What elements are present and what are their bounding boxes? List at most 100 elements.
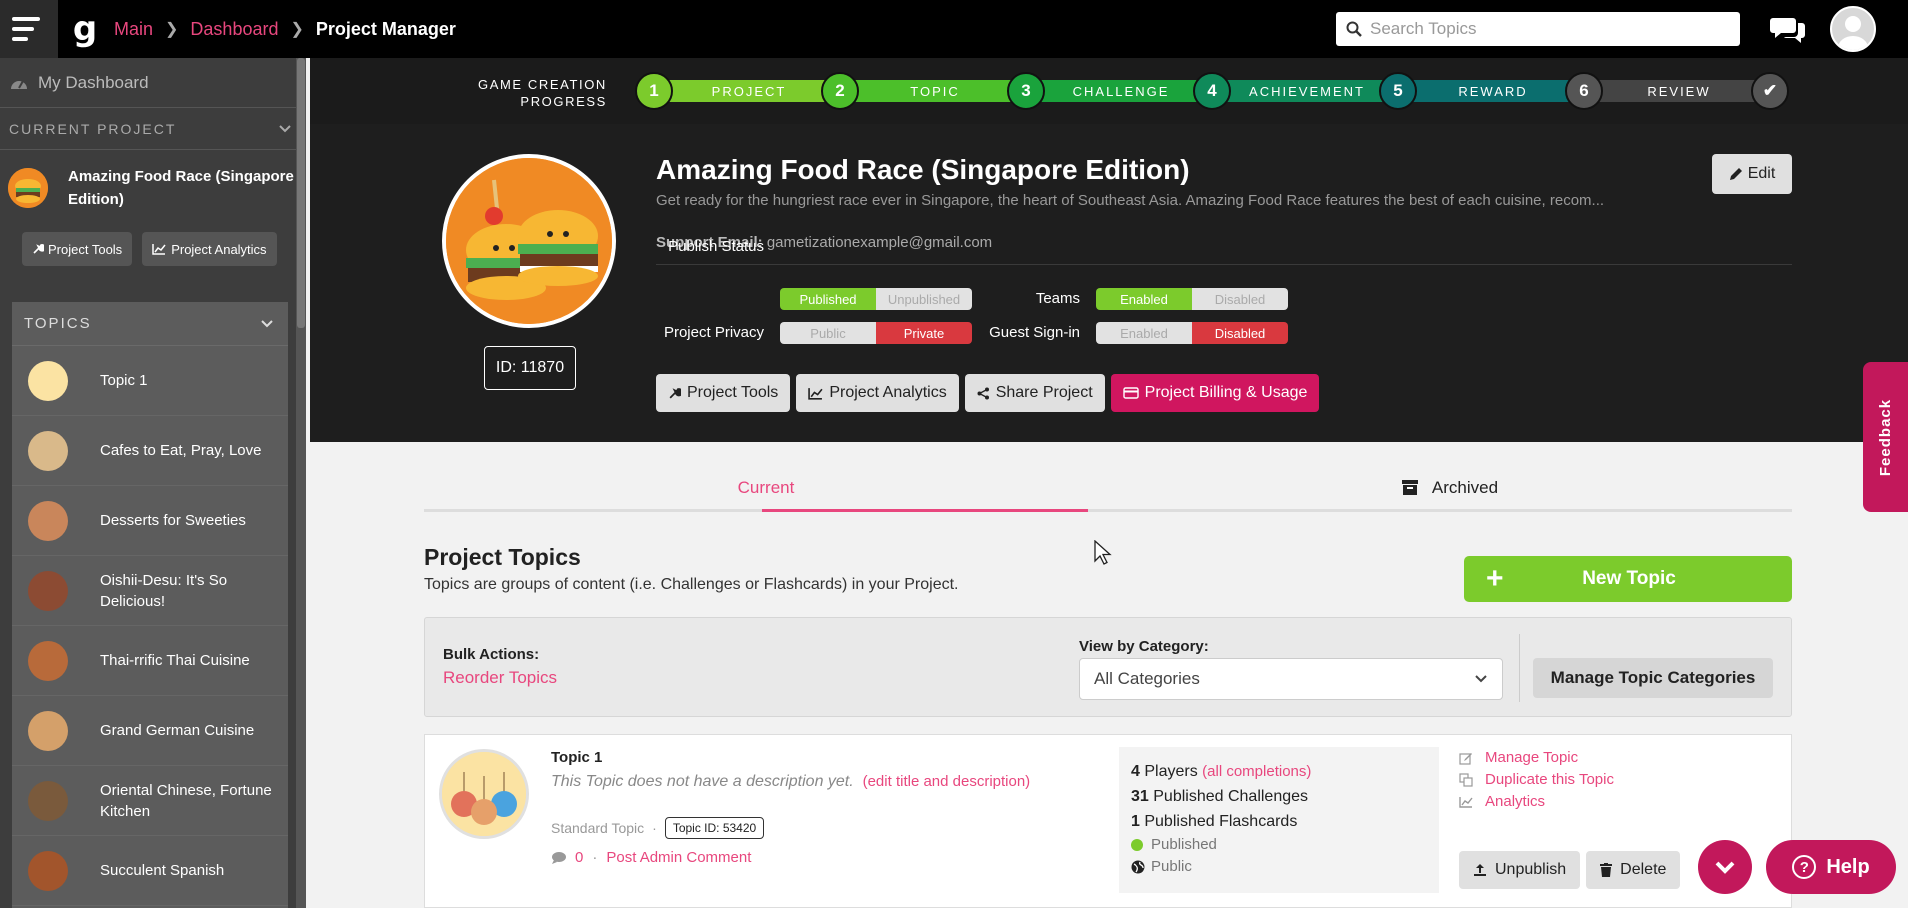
search-input[interactable] [1370,19,1730,39]
logo[interactable]: g [58,0,112,58]
sidebar-topic-label: Desserts for Sweeties [100,512,246,529]
project-billing-button[interactable]: Project Billing & Usage [1110,374,1320,412]
project-description: Get ready for the hungriest race ever in… [656,192,1605,209]
guest-signin-label: Guest Sign-in [989,324,1080,341]
chart-line-icon [152,244,166,255]
breadcrumb-main[interactable]: Main [114,19,153,40]
teams-toggle[interactable]: Enabled Disabled [1096,288,1288,310]
step-number[interactable]: 6 [1565,72,1603,110]
teams-disabled-option[interactable]: Disabled [1192,288,1288,310]
topics-header[interactable]: TOPICS [12,302,288,346]
my-dashboard-label: My Dashboard [38,72,149,92]
search-box [1336,12,1740,46]
guest-enabled-option[interactable]: Enabled [1096,322,1192,344]
visibility-status: Public [1131,856,1427,878]
topic-thumbnail [28,640,68,681]
hamburger-menu-icon[interactable] [0,0,58,58]
help-label: Help [1826,855,1870,878]
game-creation-progress: GAME CREATION PROGRESS PROJECT TOPIC CHA… [310,58,1908,124]
project-analytics-label: Project Analytics [829,384,947,401]
topic-thumbnail [28,850,68,891]
step-number[interactable]: 4 [1193,72,1231,110]
feedback-tab[interactable]: Feedback [1863,362,1908,512]
share-project-label: Share Project [995,384,1093,401]
sidebar-scrollbar[interactable] [296,58,306,908]
tab-current[interactable]: Current [424,466,1108,512]
sidebar-topic-item[interactable]: Oishii-Desu: It's So Delicious! [12,556,288,626]
duplicate-topic-link[interactable]: Duplicate this Topic [1459,769,1614,791]
project-privacy-toggle[interactable]: Public Private [780,322,972,344]
unpublished-option[interactable]: Unpublished [876,288,972,310]
published-option[interactable]: Published [780,288,876,310]
project-tools-button[interactable]: Project Tools [656,374,791,412]
sidebar-topic-item[interactable]: Succulent Spanish [12,836,288,906]
edit-title-description-link[interactable]: (edit title and description) [863,773,1031,790]
topics-panel: TOPICS Topic 1 Cafes to Eat, Pray, Love … [12,302,288,908]
new-topic-label: New Topic [1582,568,1676,589]
current-project-name: Amazing Food Race (Singapore Edition) [68,168,294,208]
project-privacy-label: Project Privacy [663,324,764,341]
scroll-down-button[interactable] [1698,840,1752,894]
project-analytics-button[interactable]: Project Analytics [796,374,959,412]
unpublish-button[interactable]: Unpublish [1459,851,1581,889]
sidebar-topic-item[interactable]: Thai-rrific Thai Cuisine [12,626,288,696]
chat-icon[interactable] [1770,14,1806,44]
sidebar-topic-label: Oriental Chinese, Fortune Kitchen [100,781,272,820]
check-icon[interactable]: ✔ [1751,72,1789,110]
step-reward[interactable]: REWARD [1400,80,1586,102]
public-option[interactable]: Public [780,322,876,344]
category-select[interactable]: All Categories [1079,658,1503,700]
post-admin-comment-link[interactable]: Post Admin Comment [606,849,751,866]
step-challenge[interactable]: CHALLENGE [1028,80,1214,102]
breadcrumb-dashboard[interactable]: Dashboard [190,19,278,40]
sidebar-topic-label: Cafes to Eat, Pray, Love [100,442,262,459]
guest-disabled-option[interactable]: Disabled [1192,322,1288,344]
credit-card-icon [1122,387,1139,399]
private-option[interactable]: Private [876,322,972,344]
step-number[interactable]: 1 [635,72,673,110]
sidebar-topic-item[interactable]: Grand German Cuisine [12,696,288,766]
sidebar-topic-item[interactable]: Cafes to Eat, Pray, Love [12,416,288,486]
step-topic[interactable]: TOPIC [842,80,1028,102]
all-completions-link[interactable]: (all completions) [1202,763,1311,780]
reorder-topics-link[interactable]: Reorder Topics [443,668,557,688]
current-project-header[interactable]: CURRENT PROJECT [0,108,302,150]
step-number[interactable]: 2 [821,72,859,110]
chart-line-icon [1459,797,1473,808]
chevron-right-icon: ❯ [290,21,304,38]
topic-card-description: This Topic does not have a description y… [551,773,1031,790]
step-project[interactable]: PROJECT [656,80,842,102]
comment-count[interactable]: 0 [575,849,583,866]
delete-button[interactable]: Delete [1586,851,1681,889]
project-billing-label: Project Billing & Usage [1144,384,1308,401]
topic-card-title[interactable]: Topic 1 [551,749,602,766]
new-topic-button[interactable]: + New Topic [1464,556,1792,602]
step-review[interactable]: REVIEW [1586,80,1772,102]
pencil-icon [1729,168,1742,180]
manage-topic-link[interactable]: Manage Topic [1459,747,1614,769]
edit-project-button[interactable]: Edit [1712,154,1792,194]
user-avatar[interactable] [1830,6,1876,52]
sidebar-project-tools-label: Project Tools [48,241,123,257]
current-project[interactable]: Amazing Food Race (Singapore Edition) [0,150,302,226]
topic-analytics-link[interactable]: Analytics [1459,791,1614,813]
sidebar-project-tools-button[interactable]: Project Tools [22,232,133,266]
sidebar-topic-item[interactable]: Oriental Chinese, Fortune Kitchen [12,766,288,836]
tab-archived[interactable]: Archived [1108,466,1792,509]
guest-signin-toggle[interactable]: Enabled Disabled [1096,322,1288,344]
help-button[interactable]: ? Help [1766,840,1896,894]
my-dashboard-link[interactable]: My Dashboard [0,58,302,108]
sidebar-topic-item[interactable]: Desserts for Sweeties [12,486,288,556]
topic-card-thumbnail [439,749,529,839]
sidebar-topic-item[interactable]: Topic 1 [12,346,288,416]
step-number[interactable]: 3 [1007,72,1045,110]
step-achievement[interactable]: ACHIEVEMENT [1214,80,1400,102]
manage-topic-categories-button[interactable]: Manage Topic Categories [1533,658,1773,698]
bulk-actions-panel: Bulk Actions: Reorder Topics View by Cat… [424,617,1792,717]
topic-type: Standard Topic [551,820,645,836]
step-number[interactable]: 5 [1379,72,1417,110]
share-project-button[interactable]: Share Project [964,374,1105,412]
teams-enabled-option[interactable]: Enabled [1096,288,1192,310]
sidebar-project-analytics-button[interactable]: Project Analytics [142,232,277,266]
publish-status-toggle[interactable]: Published Unpublished [780,288,972,310]
